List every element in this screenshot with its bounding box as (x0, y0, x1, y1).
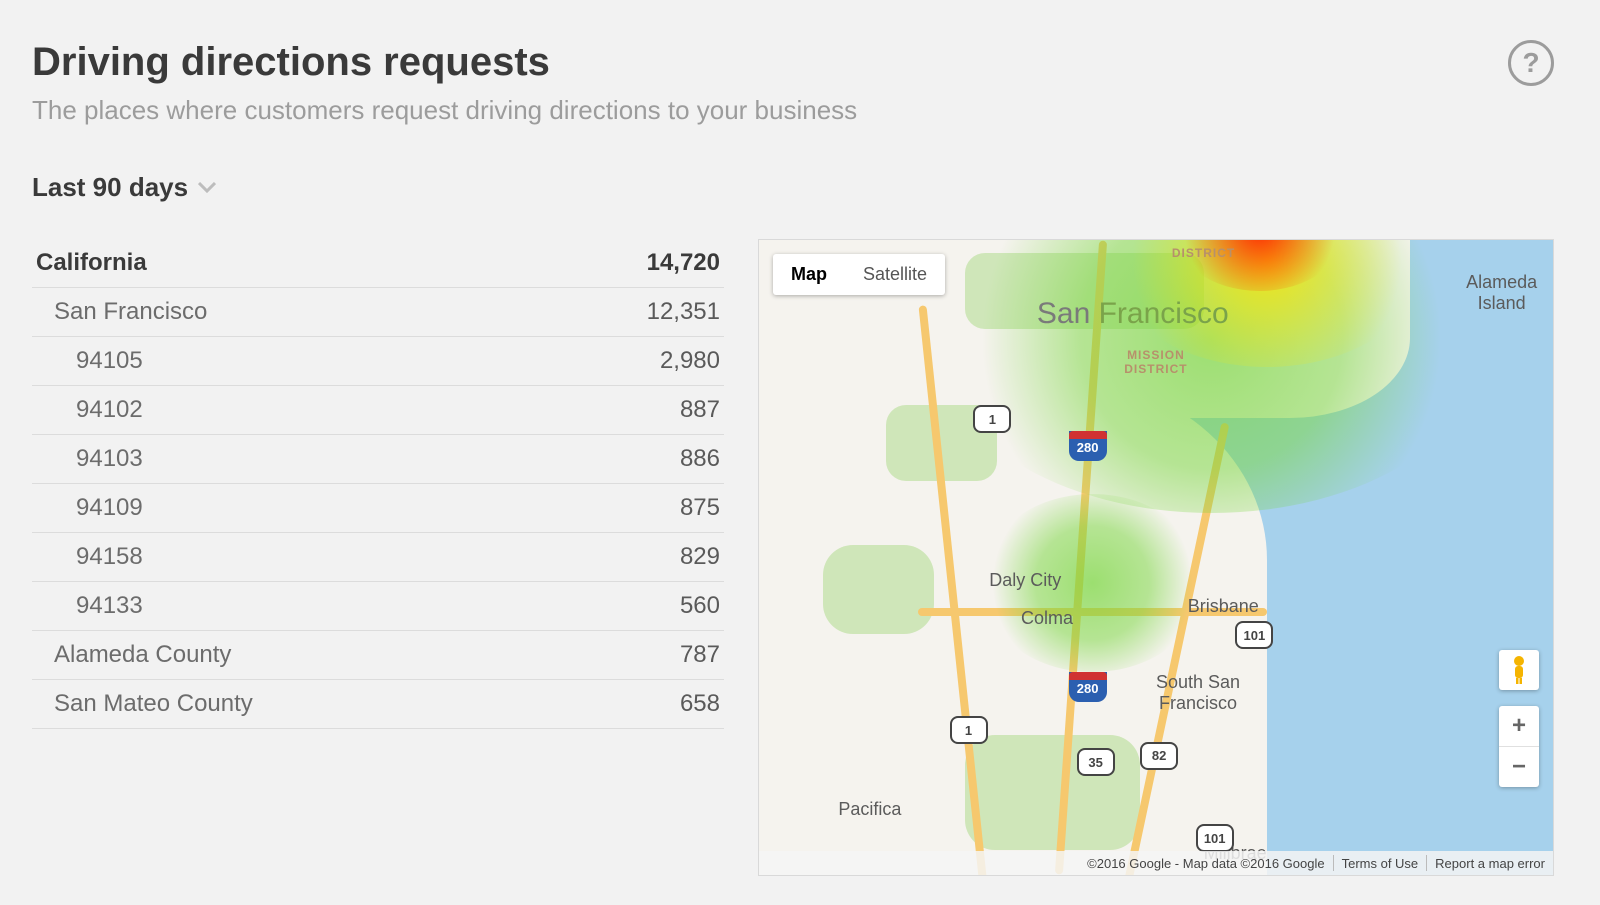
table-row[interactable]: Alameda County787 (32, 631, 724, 680)
location-name: Alameda County (32, 631, 540, 680)
map-label-daly-city: Daly City (989, 570, 1061, 591)
location-name: 94102 (32, 386, 540, 435)
map-type-control: Map Satellite (773, 254, 945, 295)
date-range-label: Last 90 days (32, 172, 188, 203)
table-row[interactable]: California14,720 (32, 239, 724, 288)
date-range-selector[interactable]: Last 90 days (32, 172, 1554, 203)
chevron-down-icon (198, 182, 216, 194)
location-name: 94103 (32, 435, 540, 484)
route-shield-ca35: 35 (1077, 748, 1115, 776)
table-row[interactable]: 94158829 (32, 533, 724, 582)
location-name: 94133 (32, 582, 540, 631)
route-shield-us101: 101 (1235, 621, 1273, 649)
route-shield-us1: 1 (950, 716, 988, 744)
location-value: 14,720 (540, 239, 724, 288)
attribution-text: ©2016 Google - Map data ©2016 Google (1079, 856, 1332, 871)
heatmap[interactable]: San Francisco DISTRICT MISSION DISTRICT … (758, 239, 1554, 876)
map-type-satellite[interactable]: Satellite (845, 254, 945, 295)
question-icon: ? (1522, 47, 1539, 79)
route-shield-i280: 280 (1069, 672, 1107, 702)
table-row[interactable]: 941052,980 (32, 337, 724, 386)
route-shield-us101: 101 (1196, 824, 1234, 852)
map-label-brisbane: Brisbane (1188, 596, 1259, 617)
table-row[interactable]: 94103886 (32, 435, 724, 484)
location-name: 94109 (32, 484, 540, 533)
route-shield-us1: 1 (973, 405, 1011, 433)
location-value: 787 (540, 631, 724, 680)
report-error-link[interactable]: Report a map error (1435, 856, 1545, 871)
route-shield-i280: 280 (1069, 431, 1107, 461)
streetview-pegman[interactable] (1499, 650, 1539, 690)
table-row[interactable]: San Francisco12,351 (32, 288, 724, 337)
table-row[interactable]: 94133560 (32, 582, 724, 631)
location-name: 94158 (32, 533, 540, 582)
location-value: 887 (540, 386, 724, 435)
location-value: 875 (540, 484, 724, 533)
location-value: 2,980 (540, 337, 724, 386)
location-name: San Francisco (32, 288, 540, 337)
table-row[interactable]: 94102887 (32, 386, 724, 435)
map-attribution: ©2016 Google - Map data ©2016 Google Ter… (759, 851, 1553, 875)
location-value: 560 (540, 582, 724, 631)
location-name: 94105 (32, 337, 540, 386)
page-title: Driving directions requests (32, 40, 1554, 85)
location-value: 886 (540, 435, 724, 484)
locations-table: California14,720San Francisco12,35194105… (32, 239, 724, 729)
zoom-control: + − (1499, 706, 1539, 787)
table-row[interactable]: 94109875 (32, 484, 724, 533)
table-row[interactable]: San Mateo County658 (32, 680, 724, 729)
map-park (823, 545, 934, 634)
location-value: 12,351 (540, 288, 724, 337)
map-label-san-francisco: San Francisco (1037, 297, 1229, 331)
location-value: 829 (540, 533, 724, 582)
page-subtitle: The places where customers request drivi… (32, 95, 1554, 126)
map-label-colma: Colma (1021, 608, 1073, 629)
map-type-map[interactable]: Map (773, 254, 845, 295)
map-label-alameda: Alameda Island (1466, 272, 1537, 314)
map-label-mission-district: MISSION DISTRICT (1124, 348, 1187, 376)
help-button[interactable]: ? (1508, 40, 1554, 86)
zoom-out-button[interactable]: − (1499, 747, 1539, 787)
map-label-pacifica: Pacifica (838, 799, 901, 820)
map-label-district: DISTRICT (1172, 246, 1235, 260)
map-label-south-sf: South San Francisco (1156, 672, 1240, 714)
route-shield-ca82: 82 (1140, 742, 1178, 770)
terms-link[interactable]: Terms of Use (1342, 856, 1419, 871)
zoom-in-button[interactable]: + (1499, 706, 1539, 747)
location-name: San Mateo County (32, 680, 540, 729)
pegman-icon (1509, 655, 1529, 685)
location-value: 658 (540, 680, 724, 729)
location-name: California (32, 239, 540, 288)
